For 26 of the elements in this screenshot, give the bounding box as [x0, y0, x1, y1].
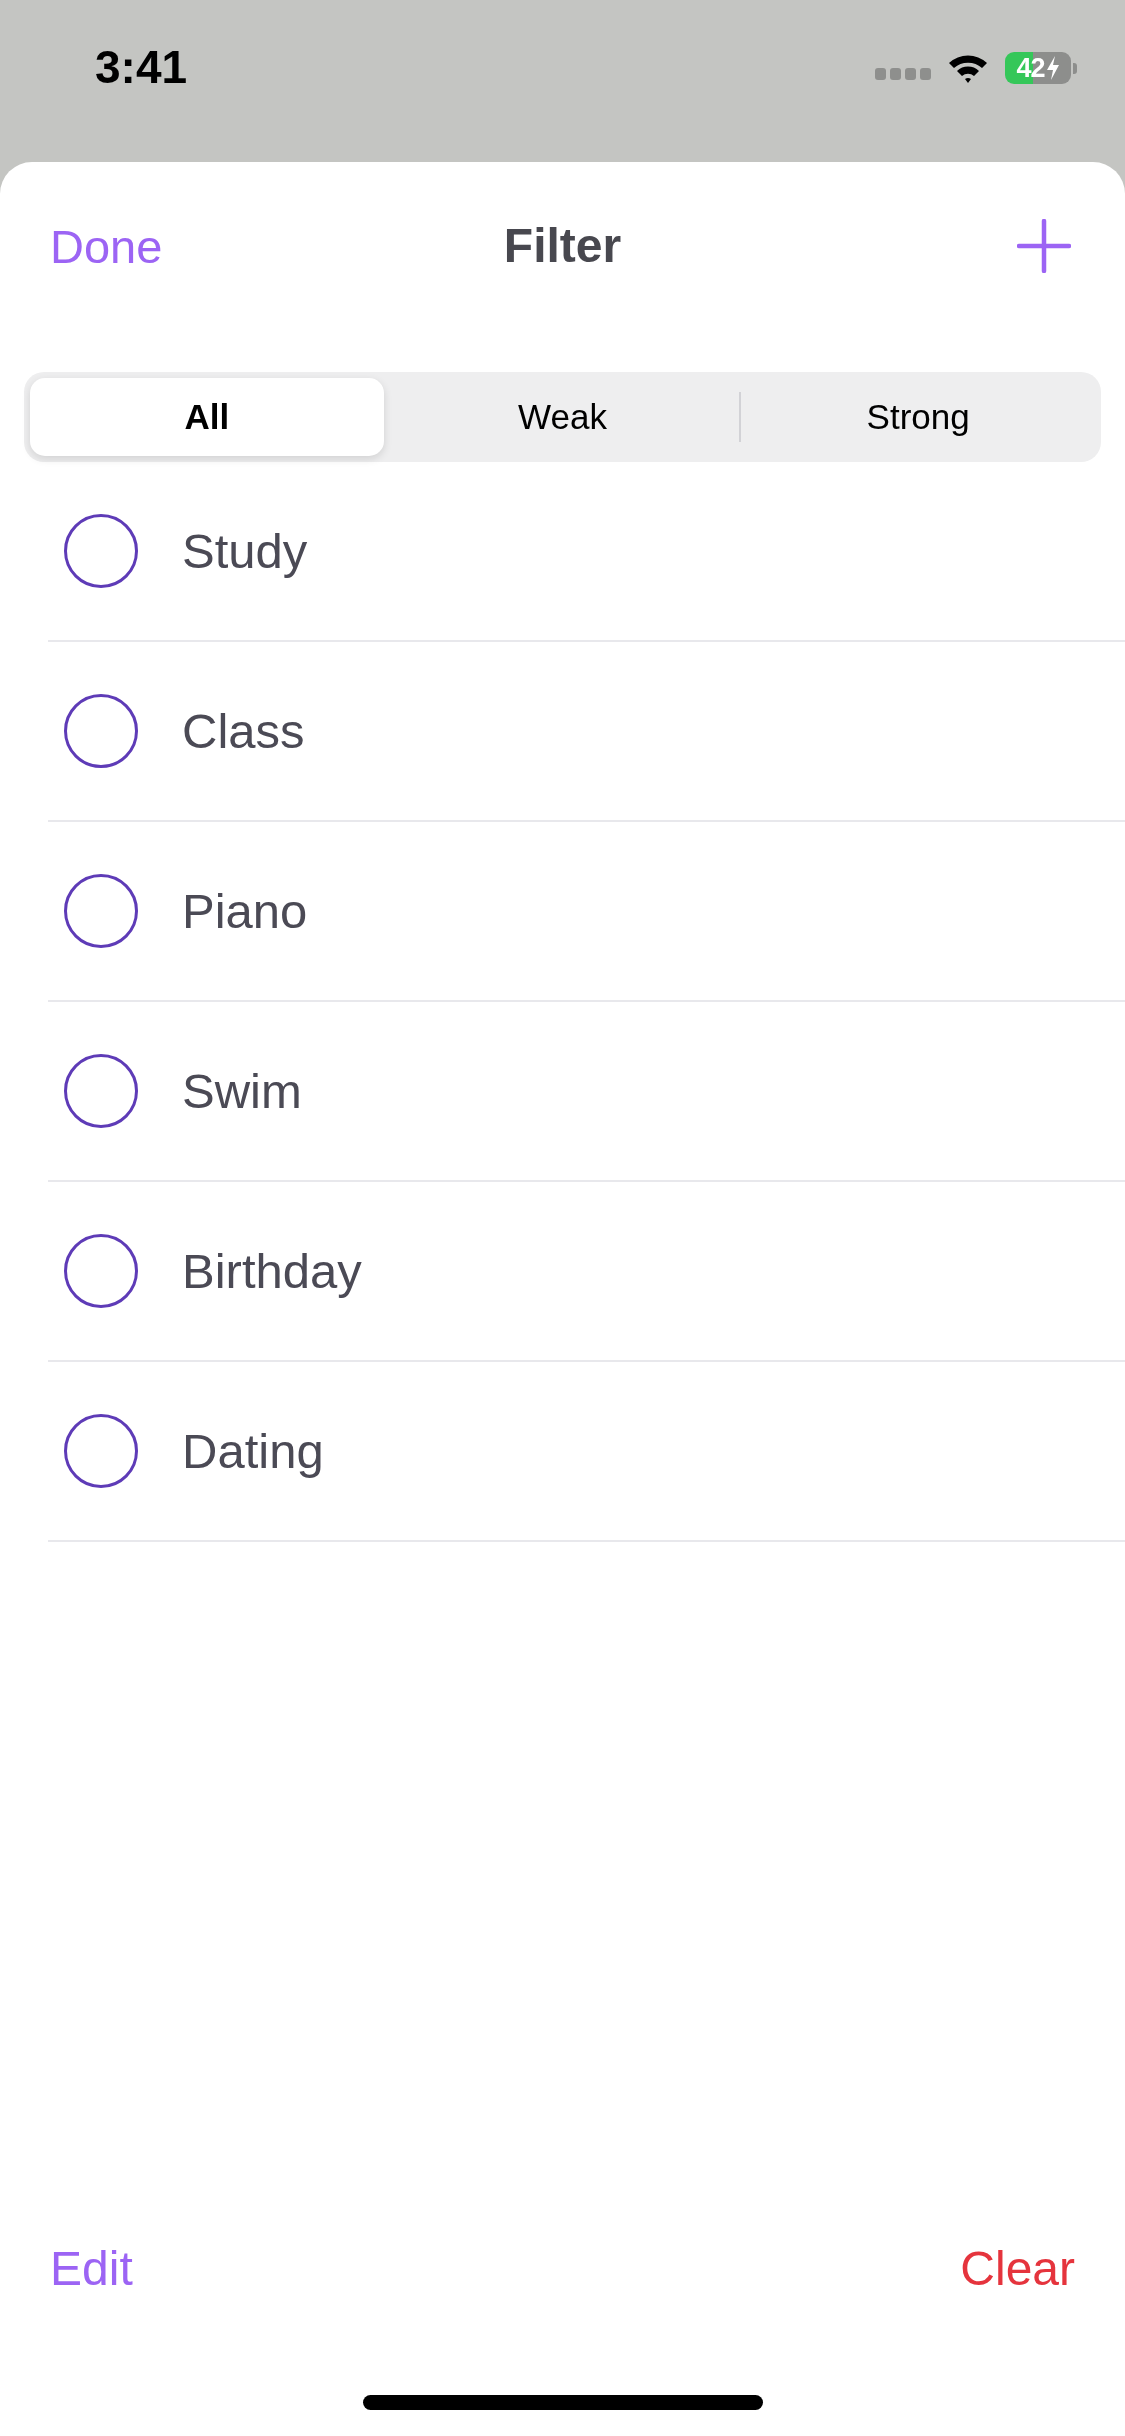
checkbox[interactable]: [64, 1414, 138, 1488]
cellular-signal-icon: [875, 68, 931, 80]
option-label: Swim: [182, 1066, 302, 1116]
done-button[interactable]: Done: [50, 222, 163, 270]
plus-icon: [1017, 219, 1071, 273]
checkbox[interactable]: [64, 1054, 138, 1128]
charging-bolt-icon: [1045, 56, 1060, 80]
clear-button[interactable]: Clear: [960, 2245, 1075, 2293]
checkbox[interactable]: [64, 1234, 138, 1308]
checkbox[interactable]: [64, 694, 138, 768]
option-label: Dating: [182, 1426, 324, 1476]
option-label: Piano: [182, 886, 308, 936]
battery-cap: [1073, 62, 1077, 74]
segment-tab[interactable]: Strong: [741, 378, 1095, 456]
add-button[interactable]: [1017, 219, 1071, 273]
option-label: Class: [182, 706, 305, 756]
sheet-title: Filter: [503, 222, 622, 270]
checkbox[interactable]: [64, 874, 138, 948]
option-label: Birthday: [182, 1246, 362, 1296]
checkbox[interactable]: [64, 514, 138, 588]
battery-percentage: 42: [1016, 54, 1045, 82]
status-time: 3:41: [95, 44, 188, 90]
edit-button[interactable]: Edit: [50, 2245, 133, 2293]
option-label: Study: [182, 526, 308, 576]
segment-tab[interactable]: All: [30, 378, 384, 456]
segment-tab[interactable]: Weak: [385, 378, 740, 456]
